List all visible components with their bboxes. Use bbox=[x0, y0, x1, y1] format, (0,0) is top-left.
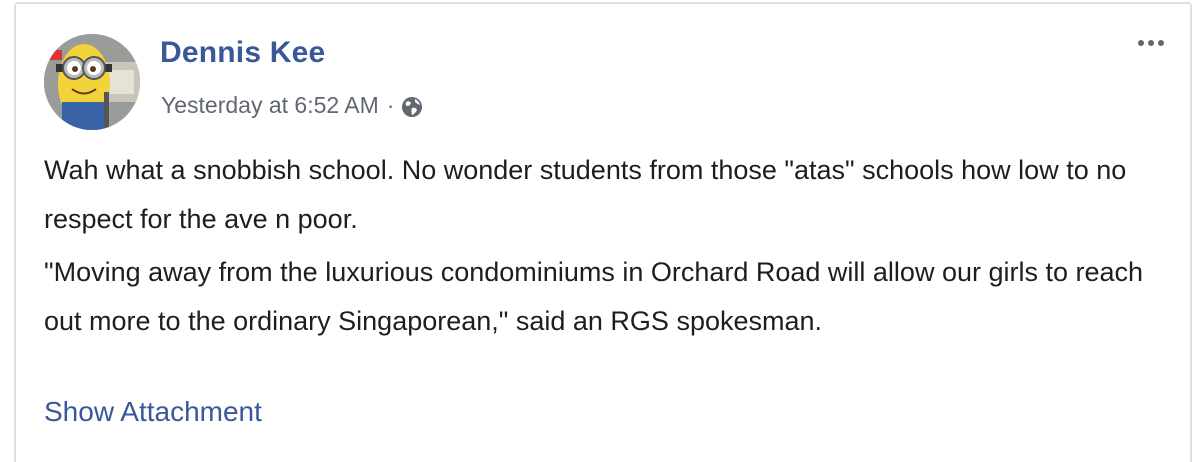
post-timestamp[interactable]: Yesterday at 6:52 AM bbox=[161, 92, 379, 119]
post-card: Dennis Kee Yesterday at 6:52 AM · Wah wh… bbox=[14, 2, 1192, 462]
post-paragraph: "Moving away from the luxurious condomin… bbox=[44, 257, 1144, 336]
author-name[interactable]: Dennis Kee bbox=[160, 36, 325, 70]
more-options-icon[interactable] bbox=[1138, 40, 1164, 46]
post-body: Wah what a snobbish school. No wonder st… bbox=[44, 146, 1174, 350]
meta-separator: · bbox=[386, 92, 395, 118]
minion-avatar-image bbox=[44, 34, 140, 130]
more-dot bbox=[1158, 40, 1164, 46]
more-dot bbox=[1148, 40, 1154, 46]
more-dot bbox=[1138, 40, 1144, 46]
show-attachment-link[interactable]: Show Attachment bbox=[44, 396, 262, 428]
post-paragraph: Wah what a snobbish school. No wonder st… bbox=[44, 155, 1127, 234]
globe-icon[interactable] bbox=[400, 95, 424, 119]
author-avatar[interactable] bbox=[44, 34, 140, 130]
post-meta: Yesterday at 6:52 AM · bbox=[161, 92, 424, 119]
